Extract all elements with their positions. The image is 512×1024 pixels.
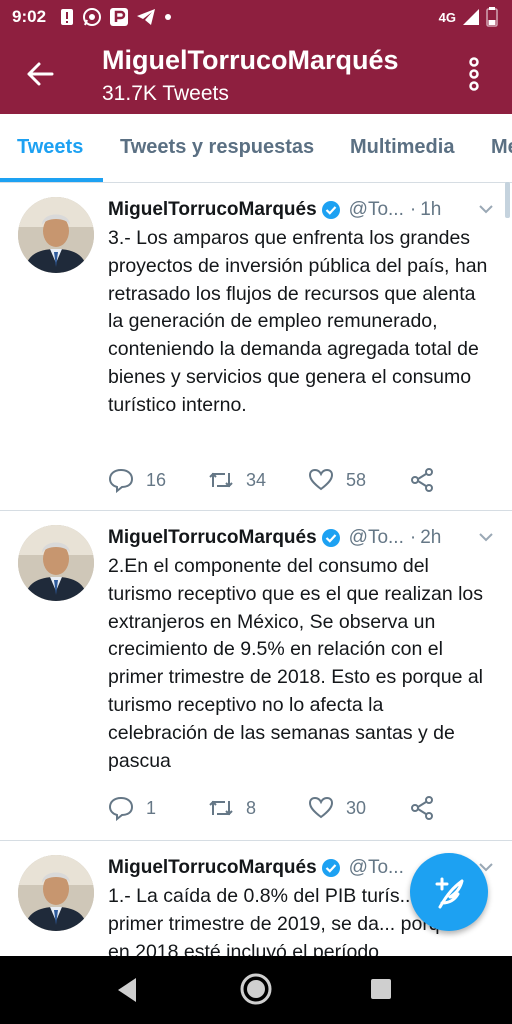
profile-title: MiguelTorrucoMarqués (102, 45, 399, 75)
scrollbar[interactable] (505, 182, 510, 218)
like-count: 30 (346, 797, 367, 818)
profile-header: MiguelTorrucoMarqués 31.7K Tweets (0, 34, 512, 114)
tweet-time: 1h (420, 199, 442, 220)
chevron-down-icon[interactable] (478, 529, 494, 545)
compose-feather-icon (435, 877, 464, 909)
author-handle[interactable]: @To... (349, 527, 404, 549)
alert-icon (61, 9, 74, 25)
p-app-icon (110, 8, 129, 26)
avatar-image (18, 525, 94, 601)
like-count: 58 (346, 469, 367, 490)
share-icon (411, 468, 433, 492)
retweet-icon (209, 472, 233, 488)
author-name[interactable]: MiguelTorrucoMarqués (108, 527, 317, 549)
nav-home-icon[interactable] (239, 972, 273, 1006)
telegram-icon (137, 9, 156, 25)
tweet-item[interactable]: MiguelTorrucoMarqués @To... · 2h 2.En el… (0, 511, 512, 841)
reply-count: 1 (146, 797, 157, 818)
tab-multimedia[interactable]: Multimedia (350, 136, 454, 159)
tweet-header: MiguelTorrucoMarqués @To... · 2h (108, 525, 498, 551)
whatsapp-icon (83, 8, 102, 26)
network-type: 4G (438, 9, 456, 25)
nav-back-icon[interactable] (114, 976, 140, 1004)
author-handle[interactable]: @To... (349, 857, 404, 879)
profile-tabs: Tweets Tweets y respuestas Multimedia Me (0, 114, 512, 183)
tweet-actions: 1 8 30 (108, 795, 438, 825)
tweet-count: 31.7K Tweets (102, 82, 229, 105)
status-bar: 9:02 4G (0, 0, 512, 34)
notification-icons (60, 7, 172, 27)
separator-dot: · (409, 199, 417, 220)
chevron-down-icon[interactable] (478, 201, 494, 217)
status-time: 9:02 (12, 7, 47, 26)
active-tab-indicator (0, 178, 103, 182)
verified-badge-icon (321, 201, 340, 219)
share-button[interactable] (410, 467, 436, 493)
author-name[interactable]: MiguelTorrucoMarqués (108, 199, 317, 221)
tweet-text: 2.En el componente del consumo del turis… (108, 555, 484, 772)
tweet-time: 2h (420, 527, 442, 548)
tweet-header: MiguelTorrucoMarqués @To... · 1h (108, 197, 498, 223)
avatar-image (18, 197, 94, 273)
tweet-item[interactable]: MiguelTorrucoMarqués @To... · 1h 3.- Los… (0, 183, 512, 511)
heart-icon (308, 796, 334, 819)
tab-tweets-y-respuestas[interactable]: Tweets y respuestas (120, 136, 314, 159)
avatar-image (18, 855, 94, 931)
reply-count: 16 (146, 469, 167, 490)
like-button[interactable]: 58 (308, 467, 366, 493)
avatar[interactable] (18, 525, 94, 601)
reply-button[interactable]: 1 (108, 795, 156, 821)
share-icon (411, 796, 433, 820)
overflow-menu-icon[interactable] (462, 56, 486, 92)
avatar[interactable] (18, 855, 94, 931)
share-button[interactable] (410, 795, 436, 821)
tweet-text: 3.- Los amparos que enfrenta los grandes… (108, 227, 488, 416)
retweet-button[interactable]: 34 (208, 467, 266, 493)
reply-icon (108, 468, 134, 493)
nav-recents-icon[interactable] (370, 978, 392, 1000)
author-handle[interactable]: @To... (349, 199, 404, 221)
separator-dot: · (409, 527, 417, 548)
compose-tweet-button[interactable] (410, 853, 488, 931)
back-arrow-icon[interactable] (22, 56, 58, 92)
reply-button[interactable]: 16 (108, 467, 166, 493)
avatar[interactable] (18, 197, 94, 273)
tab-me-gusta[interactable]: Me (491, 136, 512, 159)
battery-icon (486, 7, 498, 27)
dot-icon (165, 14, 172, 20)
retweet-icon (209, 800, 233, 816)
signal-icon (463, 9, 479, 25)
tweet-actions: 16 34 58 (108, 467, 438, 497)
like-button[interactable]: 30 (308, 795, 366, 821)
retweet-button[interactable]: 8 (208, 795, 256, 821)
tab-tweets[interactable]: Tweets (17, 136, 83, 159)
verified-badge-icon (321, 529, 340, 547)
retweet-count: 34 (246, 469, 267, 490)
heart-icon (308, 468, 334, 491)
retweet-count: 8 (246, 797, 257, 818)
reply-icon (108, 796, 134, 821)
system-icons: 4G (439, 7, 498, 27)
author-name[interactable]: MiguelTorrucoMarqués (108, 857, 317, 879)
verified-badge-icon (321, 859, 340, 877)
